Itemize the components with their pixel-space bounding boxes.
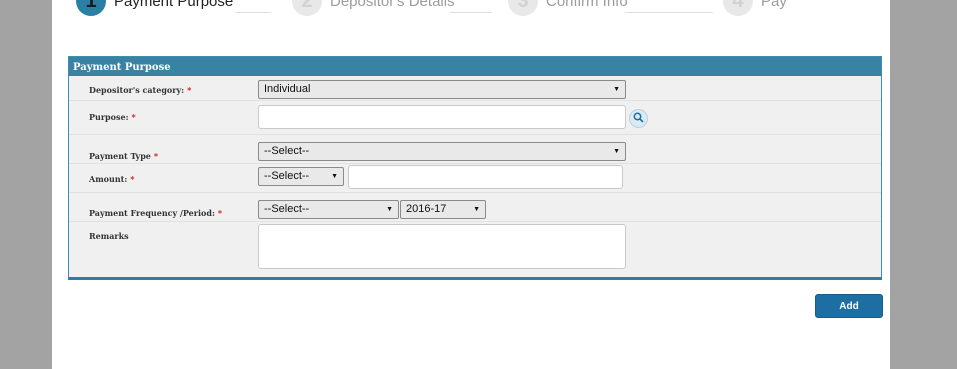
add-button[interactable]: Add <box>815 294 883 318</box>
step-label: Confirm Info <box>546 0 628 10</box>
depositor-category-select[interactable]: Individual ▼ <box>258 80 626 99</box>
chevron-down-icon: ▼ <box>386 206 393 213</box>
payment-frequency-select[interactable]: --Select-- ▼ <box>258 200 399 219</box>
remarks-label: Remarks <box>89 231 129 241</box>
step-connector <box>450 12 492 13</box>
left-gutter <box>0 0 52 369</box>
amount-label: Amount: * <box>89 174 135 184</box>
step-number: 4 <box>723 0 753 16</box>
payment-frequency-row: Payment Frequency /Period: * --Select-- ▼… <box>69 193 881 222</box>
purpose-row: Purpose: * <box>69 101 881 135</box>
step-number: 3 <box>508 0 538 16</box>
payment-type-select[interactable]: --Select-- ▼ <box>258 142 626 161</box>
chevron-down-icon: ▼ <box>613 148 620 155</box>
required-marker: * <box>217 208 223 218</box>
chevron-down-icon: ▼ <box>613 86 620 93</box>
step-connector <box>625 12 713 13</box>
payment-frequency-label: Payment Frequency /Period: * <box>89 208 223 218</box>
step-number: 1 <box>76 0 106 16</box>
chevron-down-icon: ▼ <box>331 173 338 180</box>
panel-title: Payment Purpose <box>69 57 881 76</box>
step-label: Pay <box>761 0 787 10</box>
search-icon <box>633 110 644 128</box>
remarks-textarea[interactable] <box>258 224 626 269</box>
purpose-search-button[interactable] <box>629 109 648 128</box>
purpose-input[interactable] <box>258 105 626 129</box>
required-marker: * <box>130 174 135 184</box>
right-gutter <box>890 0 957 369</box>
remarks-row: Remarks <box>69 222 881 271</box>
step-label: Payment Purpose <box>114 0 234 10</box>
required-marker: * <box>131 112 136 122</box>
step-depositors-details[interactable]: 2 Depositor's Details <box>292 0 455 16</box>
payment-purpose-panel: Payment Purpose Depositor's category: * I… <box>68 56 882 280</box>
payment-type-label: Payment Type * <box>89 151 159 161</box>
required-marker: * <box>187 85 192 95</box>
chevron-down-icon: ▼ <box>473 206 480 213</box>
amount-row: Amount: * --Select-- ▼ <box>69 164 881 193</box>
required-marker: * <box>153 151 159 161</box>
amount-input[interactable] <box>348 165 623 189</box>
payment-period-select[interactable]: 2016-17 ▼ <box>400 200 486 219</box>
step-number: 2 <box>292 0 322 16</box>
step-confirm-info[interactable]: 3 Confirm Info <box>508 0 628 16</box>
step-payment-purpose[interactable]: 1 Payment Purpose <box>76 0 233 16</box>
depositor-category-row: Depositor's category: * Individual ▼ <box>69 77 881 101</box>
step-pay[interactable]: 4 Pay <box>723 0 787 16</box>
step-connector <box>235 12 271 13</box>
purpose-label: Purpose: * <box>89 112 136 122</box>
amount-currency-select[interactable]: --Select-- ▼ <box>258 167 344 186</box>
payment-type-row: Payment Type * --Select-- ▼ <box>69 135 881 164</box>
step-label: Depositor's Details <box>330 0 455 10</box>
depositor-category-label: Depositor's category: * <box>89 85 192 95</box>
